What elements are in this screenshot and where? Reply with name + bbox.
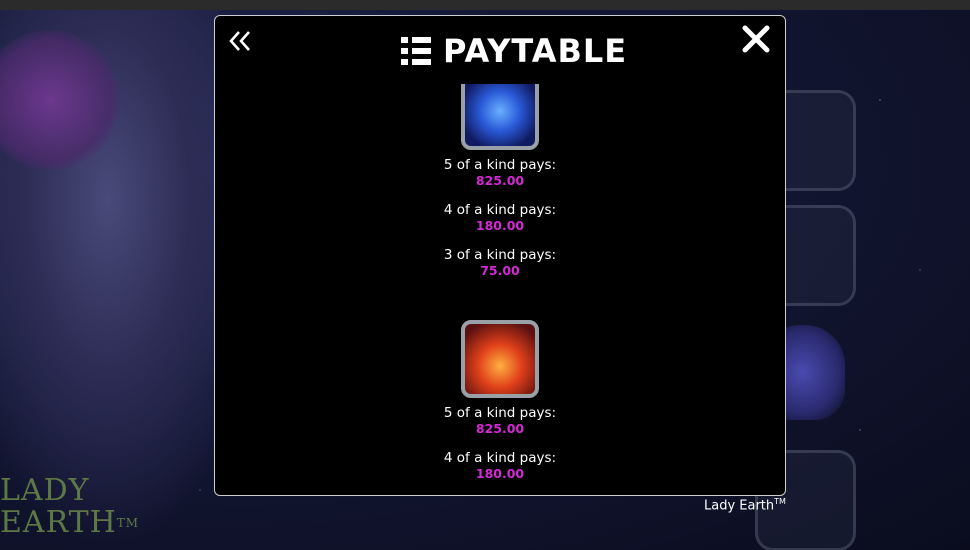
brand-tm: TM [774,497,786,506]
pay-value: 180.00 [475,218,525,233]
list-icon [401,37,431,65]
close-button[interactable] [741,24,775,58]
fire-symbol [461,320,539,398]
double-chevron-left-icon [229,31,250,51]
pay-row: 4 of a kind pays: 180.00 [215,450,785,482]
pay-label: 3 of a kind pays: [443,247,557,263]
pay-value: 825.00 [475,173,525,188]
close-x-icon [742,25,770,53]
pay-value: 180.00 [475,466,525,481]
paytable-scroll-area[interactable]: 5 of a kind pays: 825.00 4 of a kind pay… [215,84,785,495]
pay-row: 5 of a kind pays: 825.00 [215,405,785,437]
pay-row: 4 of a kind pays: 180.00 [215,202,785,234]
game-logo-tm: TM [116,516,140,530]
back-button[interactable] [227,28,255,56]
game-logo-line1: LADY [0,473,90,508]
brand-footer: Lady EarthTM [704,497,786,513]
paytable-title: PAYTABLE [443,32,628,70]
brand-name: Lady Earth [704,498,775,514]
paytable-header: PAYTABLE [401,31,627,71]
pay-value: 825.00 [475,421,525,436]
pay-label: 5 of a kind pays: [443,157,557,173]
pay-label: 5 of a kind pays: [443,405,557,421]
top-bar [0,0,970,10]
pay-label: 4 of a kind pays: [443,202,557,218]
pay-row: 5 of a kind pays: 825.00 [215,157,785,189]
game-logo-line2: EARTH [0,505,117,540]
game-logo: LADY EARTHTM [0,475,139,539]
pay-value: 75.00 [480,263,520,278]
pay-label: 4 of a kind pays: [443,450,557,466]
symbol-block-fire: 5 of a kind pays: 825.00 4 of a kind pay… [215,320,785,481]
paytable-modal: PAYTABLE 5 of a kind pays: 825.00 4 of a… [214,15,786,496]
water-swirl-symbol [461,84,539,150]
symbol-block-water: 5 of a kind pays: 825.00 4 of a kind pay… [215,84,785,278]
pay-row: 3 of a kind pays: 75.00 [215,247,785,279]
